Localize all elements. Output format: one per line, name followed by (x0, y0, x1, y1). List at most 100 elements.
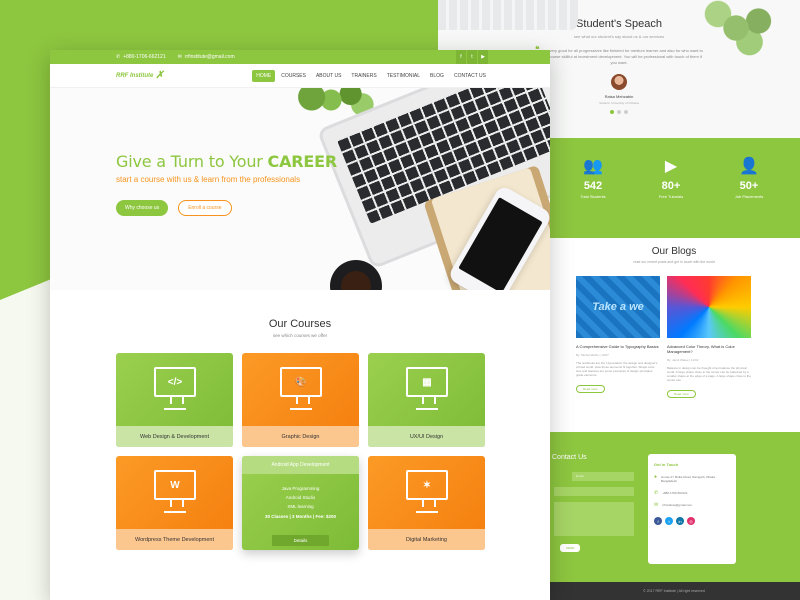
course-card-digital-marketing[interactable]: ✶ Digital Marketing (368, 456, 485, 550)
plant-photo (700, 0, 790, 70)
message-field[interactable] (554, 502, 634, 536)
blog-title[interactable]: A Comprehensive Guide to Typography Basi… (576, 344, 660, 349)
read-more-button[interactable]: Read more (576, 385, 605, 393)
carousel-dot[interactable] (610, 110, 614, 114)
grid-icon: ▦ (406, 367, 448, 404)
read-more-button[interactable]: Read more (667, 390, 696, 398)
course-label: Graphic Design (242, 426, 359, 447)
hero-headline: Give a Turn to Your CAREER (116, 152, 337, 171)
hero-subheadline: start a course with us & learn from the … (116, 175, 301, 184)
email-field[interactable]: Email (572, 472, 634, 481)
course-label: Digital Marketing (368, 529, 485, 550)
stat-label: Free Tutorials (658, 194, 684, 199)
stat-label: Job Placements (734, 194, 764, 199)
linkedin-icon[interactable]: in (676, 517, 684, 525)
hero-section: Give a Turn to Your CAREER start a cours… (50, 88, 550, 290)
stat-placements: 👤 50+ Job Placements (724, 158, 774, 238)
stat-label: Total Students (580, 194, 606, 199)
why-choose-us-button[interactable]: Why choose us (116, 200, 169, 216)
testimonial-quote: ❝ ama very good for all progressives lik… (534, 46, 704, 66)
instagram-icon[interactable]: ◎ (687, 517, 695, 525)
youtube-icon[interactable]: ▶ (478, 50, 488, 64)
course-card-web-design[interactable]: </> Web Design & Development (116, 353, 233, 447)
topbar-phone: ✆ +880-1706-662121 (116, 54, 166, 60)
blog-meta: By: Michel Mahin | 12/07 (576, 353, 609, 357)
blog-excerpt: Balance in design can be thought of as b… (667, 366, 751, 382)
phone-icon: ✆ (116, 54, 121, 60)
blog-meta: By: Jamil Wafee | 12/02 (667, 358, 699, 362)
details-button[interactable]: Details (272, 535, 329, 546)
stat-tutorials: ▶ 80+ Free Tutorials (646, 158, 696, 238)
avatar (611, 74, 627, 90)
main-page-preview: ✆ +880-1706-662121 ✉ rrfinstitute@gmail.… (50, 50, 550, 600)
courses-section: Our Courses see which courses we offer <… (50, 290, 550, 550)
course-card-ux-ui[interactable]: ▦ UX/UI Design (368, 353, 485, 447)
contact-title: Contact Us (552, 454, 587, 461)
topbar-email[interactable]: ✉ rrfinstitute@gmail.com (178, 54, 235, 60)
nav-home[interactable]: HOME (252, 69, 276, 82)
network-icon: ✶ (406, 470, 448, 507)
top-bar: ✆ +880-1706-662121 ✉ rrfinstitute@gmail.… (50, 50, 550, 64)
social-links: f t in ◎ (654, 517, 730, 525)
blog-excerpt: The textbooks are the 'Hypostatics' the … (576, 361, 658, 377)
blog-card[interactable]: Advanced Color Theory. What is Color Man… (667, 276, 751, 400)
courses-title: Our Courses (268, 318, 332, 330)
nav-testimonial[interactable]: TESTIMONIAL (383, 70, 424, 82)
subject-field[interactable] (554, 487, 634, 496)
facebook-icon[interactable]: f (654, 517, 662, 525)
contact-card-title: Get in Touch (654, 462, 679, 467)
course-card-android[interactable]: Android App Development Java Programming… (242, 456, 359, 550)
carousel-dot[interactable] (617, 110, 621, 114)
code-icon: </> (154, 367, 196, 404)
mail-icon: ✉ (654, 502, 659, 508)
users-icon: 👥 (583, 158, 603, 175)
youtube-icon: ▶ (664, 158, 678, 175)
stat-value: 542 (583, 180, 603, 192)
nav-contact-us[interactable]: CONTACT US (450, 70, 490, 82)
course-meta: 30 Classes | 3 Months | Fee: $200 (264, 514, 337, 519)
nav-trainers[interactable]: TRAINERS (347, 70, 380, 82)
blog-card[interactable]: Take a we A Comprehensive Guide to Typog… (576, 276, 660, 400)
map-pin-icon: ● (654, 474, 658, 480)
mail-icon: ✉ (177, 54, 182, 60)
stat-value: 80+ (661, 180, 681, 192)
twitter-icon[interactable]: t (665, 517, 673, 525)
main-nav: HOME COURSES ABOUT US TRAINERS TESTIMONI… (252, 69, 490, 82)
keyboard-photo (438, 0, 578, 30)
stat-students: 👥 542 Total Students (568, 158, 618, 238)
blog-list: Take a we A Comprehensive Guide to Typog… (576, 276, 751, 400)
blog-image: Take a we (576, 276, 660, 338)
course-title: Android App Development (242, 456, 359, 474)
stat-value: 50+ (739, 180, 759, 192)
nav-about-us[interactable]: ABOUT US (312, 70, 345, 82)
runner-logo-icon: ✗ (155, 70, 164, 81)
wordpress-icon: W (154, 470, 196, 507)
course-label: UX/UI Design (368, 426, 485, 447)
carousel-dot[interactable] (624, 110, 628, 114)
topbar-socials: f t ▶ (455, 50, 488, 64)
enroll-course-button[interactable]: Enroll a course (178, 200, 232, 216)
hero-actions: Why choose us Enroll a course (116, 200, 232, 216)
course-label: Wordpress Theme Development (116, 529, 233, 550)
facebook-icon[interactable]: f (456, 50, 466, 64)
phone-icon: ✆ (654, 490, 659, 496)
course-label: Web Design & Development (116, 426, 233, 447)
blog-image (667, 276, 751, 338)
nav-courses[interactable]: COURSES (277, 70, 310, 82)
send-button[interactable]: SEND (560, 544, 581, 552)
person-badge-icon: 👤 (739, 158, 759, 175)
course-topics: Java Programming Android Studio XML lear… (281, 486, 320, 509)
palette-icon: 🎨 (280, 367, 322, 404)
navbar: RRF Institute ✗ HOME COURSES ABOUT US TR… (50, 64, 550, 88)
blog-title[interactable]: Advanced Color Theory. What is Color Man… (667, 344, 751, 354)
course-grid: </> Web Design & Development 🎨 Graphic D… (116, 353, 550, 550)
nav-blog[interactable]: BLOG (426, 70, 448, 82)
contact-phone: ✆ +880-1706-662121 (654, 490, 688, 496)
contact-email: ✉ rrfinstitute@gmail.com (654, 502, 693, 508)
twitter-icon[interactable]: t (467, 50, 477, 64)
course-card-wordpress[interactable]: W Wordpress Theme Development (116, 456, 233, 550)
logo[interactable]: RRF Institute ✗ (116, 70, 164, 81)
course-card-graphic-design[interactable]: 🎨 Graphic Design (242, 353, 359, 447)
courses-subtitle: see which courses we offer (272, 333, 328, 338)
contact-info-card: Get in Touch ● House 27 Mollie Road, Ramg… (648, 454, 736, 564)
